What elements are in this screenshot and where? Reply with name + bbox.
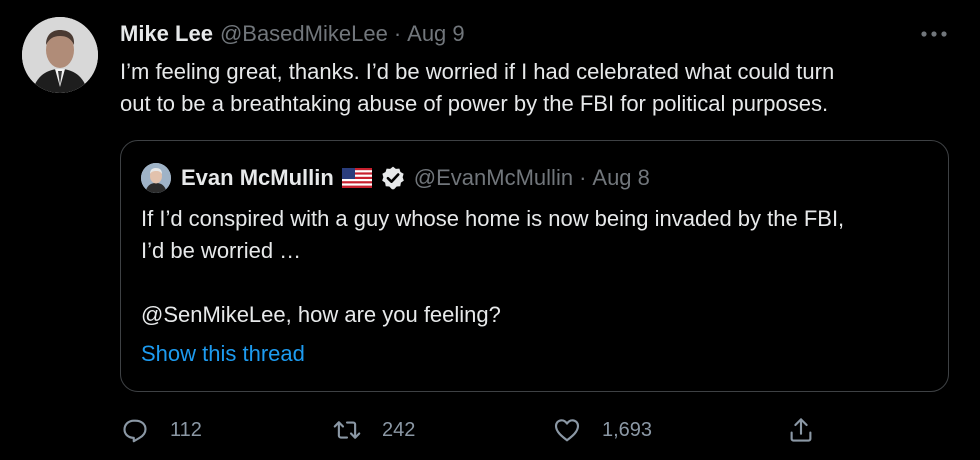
reply-button[interactable]: 112 [120, 414, 202, 446]
tweet-text: I’m feeling great, thanks. I’d be worrie… [120, 59, 835, 116]
like-count: 1,693 [602, 418, 653, 441]
quoted-tweet-text: If I’d conspired with a guy whose home i… [141, 206, 845, 327]
share-button[interactable] [786, 414, 816, 446]
tweet: Mike Lee @BasedMikeLee · Aug 9 I’m feeli… [0, 0, 980, 460]
heart-icon [554, 419, 580, 442]
tweet-header: Mike Lee @BasedMikeLee · Aug 9 [120, 20, 465, 48]
quoted-author-name[interactable]: Evan McMullin [181, 165, 334, 191]
more-options-icon[interactable] [918, 22, 950, 46]
author-name[interactable]: Mike Lee [120, 21, 213, 47]
show-thread-link[interactable]: Show this thread [141, 341, 305, 367]
quoted-tweet-date[interactable]: Aug 8 [592, 165, 650, 191]
tweet-actions: 112 242 1,693 [120, 414, 820, 446]
separator-dot: · [393, 21, 402, 46]
quoted-author-avatar[interactable] [141, 163, 171, 193]
separator-dot: · [579, 165, 587, 190]
author-avatar[interactable] [22, 17, 98, 93]
author-handle[interactable]: @BasedMikeLee [220, 21, 388, 47]
us-flag-icon [341, 168, 372, 188]
verified-badge-icon [380, 165, 406, 191]
quoted-author-handle[interactable]: @EvanMcMullin [414, 165, 573, 191]
retweet-count: 242 [382, 418, 416, 441]
like-button[interactable]: 1,693 [552, 414, 652, 446]
quoted-tweet-header: Evan McMullin @EvanMcMullin · Aug 8 [181, 163, 650, 193]
reply-count: 112 [170, 418, 202, 441]
retweet-icon [333, 421, 361, 439]
retweet-button[interactable]: 242 [332, 414, 415, 446]
reply-icon [123, 419, 147, 443]
share-icon [790, 418, 812, 442]
tweet-date[interactable]: Aug 9 [407, 21, 465, 47]
quoted-tweet[interactable]: Evan McMullin @EvanMcMullin · Aug 8 If I… [120, 140, 949, 392]
